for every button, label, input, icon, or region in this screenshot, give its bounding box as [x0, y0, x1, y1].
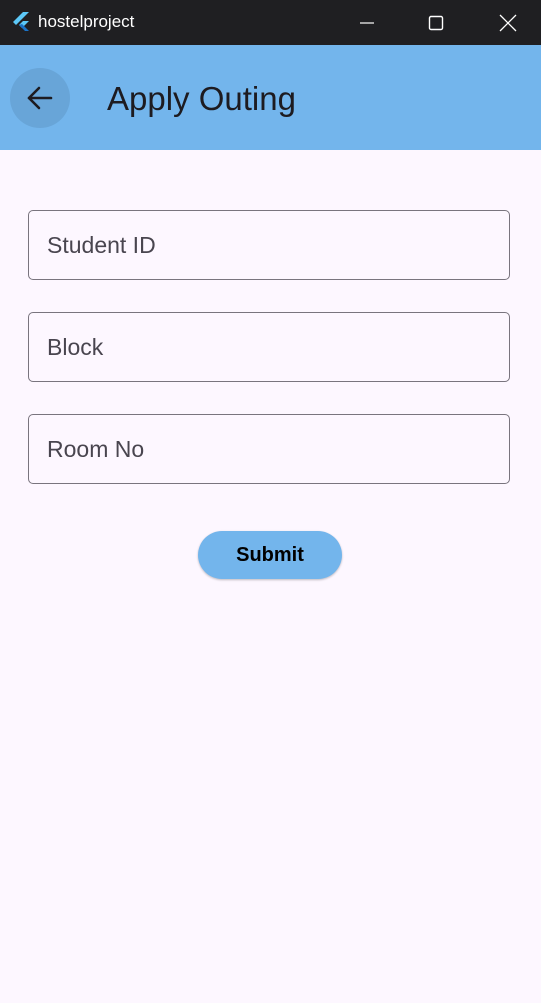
room-no-input[interactable]: [29, 415, 509, 483]
maximize-icon: [428, 15, 444, 30]
window-titlebar: hostelproject: [0, 0, 541, 45]
window-title: hostelproject: [38, 12, 135, 31]
block-field[interactable]: [28, 312, 510, 382]
room-no-field[interactable]: [28, 414, 510, 484]
close-button[interactable]: [485, 0, 531, 45]
maximize-button[interactable]: [413, 0, 459, 45]
minimize-button[interactable]: [344, 0, 390, 45]
flutter-logo-icon: [13, 12, 29, 31]
student-id-field[interactable]: [28, 210, 510, 280]
block-input[interactable]: [29, 313, 509, 381]
arrow-back-icon: [27, 86, 53, 110]
student-id-input[interactable]: [29, 211, 509, 279]
back-button[interactable]: [10, 68, 70, 128]
page-title: Apply Outing: [107, 80, 296, 117]
minimize-icon: [360, 21, 374, 24]
close-icon: [499, 14, 517, 31]
app-bar: Apply Outing: [0, 45, 541, 150]
submit-button[interactable]: Submit: [198, 531, 342, 579]
